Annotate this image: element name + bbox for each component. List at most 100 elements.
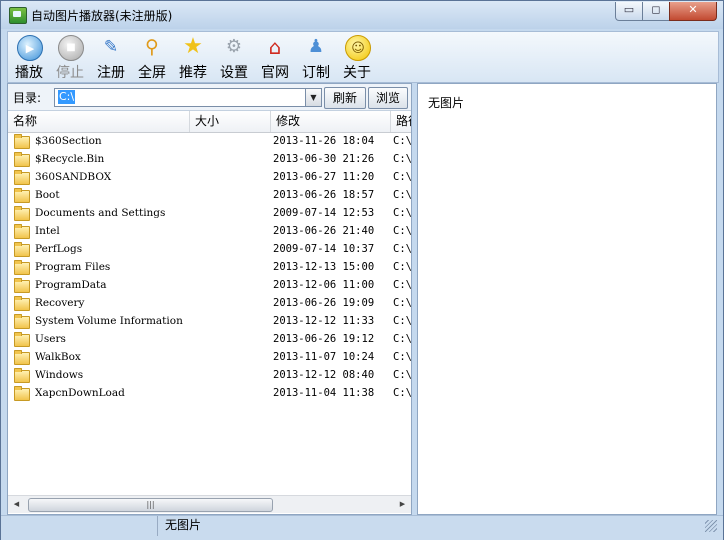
- stop-icon: ■: [58, 35, 84, 61]
- file-modified: 2013-12-12 08:40: [273, 369, 375, 381]
- settings-icon: ⚙: [225, 36, 243, 57]
- column-header-modified[interactable]: 修改: [271, 111, 391, 132]
- file-path: C:\: [393, 315, 411, 327]
- table-row[interactable]: System Volume Information 2013-12-12 11:3…: [8, 313, 411, 331]
- table-row[interactable]: Program Files 2013-12-13 15:00 C:\: [8, 259, 411, 277]
- recommend-button[interactable]: ★ 推荐: [174, 34, 212, 82]
- scroll-right-arrow-icon[interactable]: ▶: [394, 496, 411, 513]
- file-name: WalkBox: [35, 351, 81, 363]
- file-path: C:\: [393, 297, 411, 309]
- folder-icon: [14, 224, 30, 239]
- file-list: $360Section 2013-11-26 18:04 C:\ $Recycle.B…: [8, 133, 411, 495]
- chevron-down-icon[interactable]: ▼: [305, 89, 321, 106]
- app-window: 自动图片播放器(未注册版) ▭ ◻ ✕ ▶ 播放 ■ 停止 ✎ 注册 ⚲ 全屏 …: [0, 0, 724, 540]
- column-header-size[interactable]: 大小: [190, 111, 271, 132]
- file-path: C:\: [393, 243, 411, 255]
- file-name: $360Section: [35, 135, 102, 147]
- file-name: Windows: [35, 369, 84, 381]
- play-label: 播放: [15, 65, 43, 81]
- status-text: 无图片: [165, 518, 202, 532]
- about-button[interactable]: ☺ 关于: [338, 34, 376, 81]
- fullscreen-icon: ⚲: [145, 35, 159, 58]
- file-modified: 2013-11-26 18:04: [273, 135, 375, 147]
- horizontal-scrollbar[interactable]: ◀ ||| ▶: [8, 495, 411, 513]
- register-icon: ✎: [103, 36, 119, 57]
- column-header-path[interactable]: 路径: [391, 111, 411, 132]
- fullscreen-label: 全屏: [138, 65, 166, 81]
- preview-placeholder: 无图片: [428, 96, 465, 110]
- folder-icon: [14, 278, 30, 293]
- file-name: ProgramData: [35, 279, 107, 291]
- fullscreen-button[interactable]: ⚲ 全屏: [133, 34, 171, 81]
- settings-button[interactable]: ⚙ 设置: [215, 34, 253, 82]
- file-path: C:\: [393, 333, 411, 345]
- table-row[interactable]: Recovery 2013-06-26 19:09 C:\: [8, 295, 411, 313]
- file-modified: 2013-12-12 11:33: [273, 315, 375, 327]
- stop-button[interactable]: ■ 停止: [51, 34, 89, 81]
- folder-icon: [14, 242, 30, 257]
- customize-button[interactable]: ♟ 订制: [297, 34, 335, 82]
- file-name: Documents and Settings: [35, 207, 166, 219]
- file-modified: 2013-06-30 21:26: [273, 153, 375, 165]
- register-label: 注册: [97, 65, 125, 81]
- file-list-header: 名称 大小 修改 路径: [8, 111, 411, 133]
- table-row[interactable]: Documents and Settings 2009-07-14 12:53 C:…: [8, 205, 411, 223]
- file-path: C:\: [393, 387, 411, 399]
- file-name: Program Files: [35, 261, 111, 273]
- folder-icon: [14, 314, 30, 329]
- path-value[interactable]: C:\: [58, 90, 76, 104]
- file-modified: 2013-06-26 21:40: [273, 225, 375, 237]
- table-row[interactable]: $360Section 2013-11-26 18:04 C:\: [8, 133, 411, 151]
- file-modified: 2013-12-06 11:00: [273, 279, 375, 291]
- file-name: XapcnDownLoad: [35, 387, 125, 399]
- file-name: $Recycle.Bin: [35, 153, 105, 165]
- app-icon: [9, 7, 27, 24]
- status-bar: 无图片: [1, 515, 723, 540]
- minimize-button[interactable]: ▭: [615, 2, 643, 21]
- about-label: 关于: [343, 65, 371, 81]
- register-button[interactable]: ✎ 注册: [92, 34, 130, 81]
- file-path: C:\: [393, 171, 411, 183]
- folder-icon: [14, 296, 30, 311]
- folder-icon: [14, 260, 30, 275]
- toolbar: ▶ 播放 ■ 停止 ✎ 注册 ⚲ 全屏 ★ 推荐 ⚙ 设置 ⌂ 官网 ♟ 订制: [7, 31, 719, 83]
- file-modified: 2013-12-13 15:00: [273, 261, 375, 273]
- file-path: C:\: [393, 135, 411, 147]
- file-name: Recovery: [35, 297, 85, 309]
- users-icon: ♟: [307, 36, 325, 57]
- file-name: Boot: [35, 189, 60, 201]
- folder-icon: [14, 188, 30, 203]
- play-button[interactable]: ▶ 播放: [10, 34, 48, 81]
- file-path: C:\: [393, 351, 411, 363]
- window-title: 自动图片播放器(未注册版): [31, 9, 173, 23]
- browse-button[interactable]: 浏览: [368, 87, 408, 109]
- path-combobox[interactable]: C:\ ▼: [54, 88, 322, 107]
- table-row[interactable]: $Recycle.Bin 2013-06-30 21:26 C:\: [8, 151, 411, 169]
- table-row[interactable]: XapcnDownLoad 2013-11-04 11:38 C:\: [8, 385, 411, 403]
- column-header-name[interactable]: 名称: [8, 111, 190, 132]
- resize-grip-icon[interactable]: [705, 520, 717, 532]
- scroll-thumb[interactable]: |||: [28, 498, 273, 512]
- folder-icon: [14, 170, 30, 185]
- close-button[interactable]: ✕: [669, 2, 717, 21]
- table-row[interactable]: Boot 2013-06-26 18:57 C:\: [8, 187, 411, 205]
- title-bar[interactable]: 自动图片播放器(未注册版) ▭ ◻ ✕: [1, 1, 723, 29]
- website-button[interactable]: ⌂ 官网: [256, 34, 294, 81]
- settings-label: 设置: [220, 65, 248, 81]
- scroll-left-arrow-icon[interactable]: ◀: [8, 496, 25, 513]
- refresh-button[interactable]: 刷新: [324, 87, 366, 109]
- table-row[interactable]: Intel 2013-06-26 21:40 C:\: [8, 223, 411, 241]
- star-icon: ★: [183, 34, 203, 59]
- table-row[interactable]: PerfLogs 2009-07-14 10:37 C:\: [8, 241, 411, 259]
- folder-icon: [14, 206, 30, 221]
- table-row[interactable]: WalkBox 2013-11-07 10:24 C:\: [8, 349, 411, 367]
- file-modified: 2013-11-04 11:38: [273, 387, 375, 399]
- table-row[interactable]: 360SANDBOX 2013-06-27 11:20 C:\: [8, 169, 411, 187]
- table-row[interactable]: Users 2013-06-26 19:12 C:\: [8, 331, 411, 349]
- file-name: System Volume Information: [35, 315, 183, 327]
- table-row[interactable]: Windows 2013-12-12 08:40 C:\: [8, 367, 411, 385]
- file-modified: 2009-07-14 12:53: [273, 207, 375, 219]
- table-row[interactable]: ProgramData 2013-12-06 11:00 C:\: [8, 277, 411, 295]
- folder-icon: [14, 368, 30, 383]
- maximize-button[interactable]: ◻: [642, 2, 670, 21]
